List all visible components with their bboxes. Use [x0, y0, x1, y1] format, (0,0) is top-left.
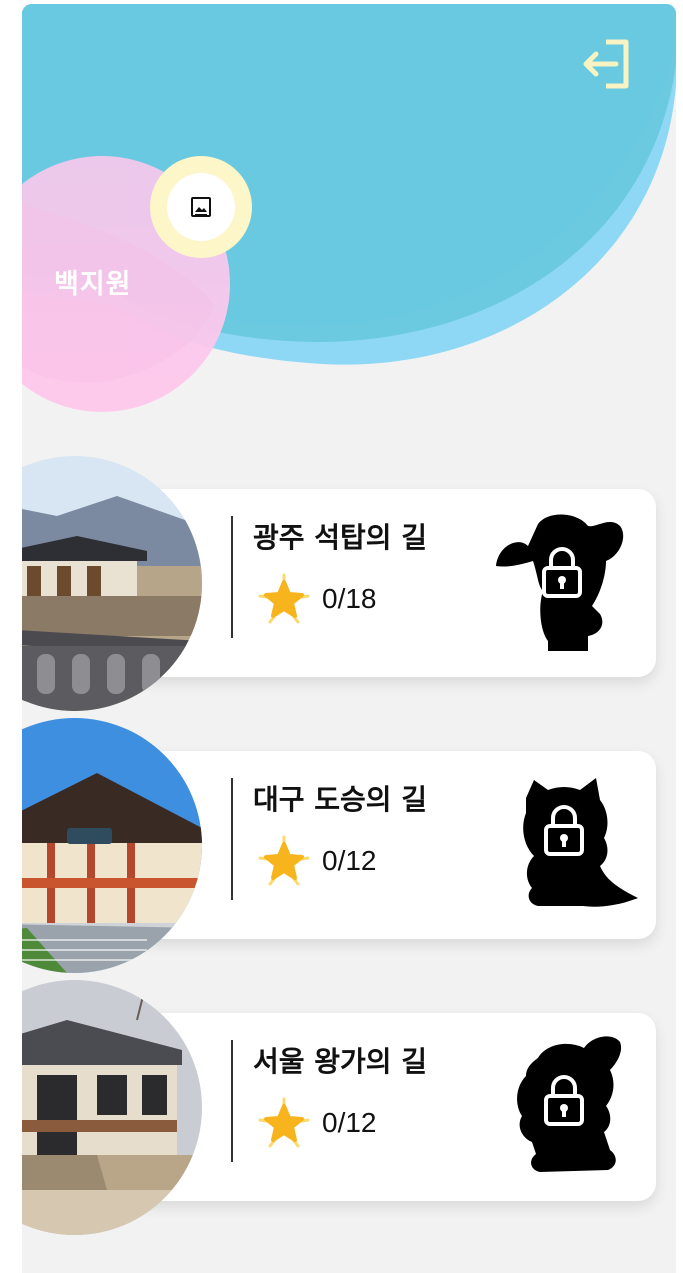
course-card-daegu[interactable]: 대구 도승의 길 0/12	[22, 718, 676, 978]
logout-button[interactable]	[578, 36, 634, 92]
logout-icon	[583, 39, 629, 89]
course-divider	[231, 778, 233, 900]
locked-character-silhouette	[523, 778, 638, 907]
profile-name: 백지원	[54, 269, 132, 300]
gallery-button[interactable]	[150, 156, 252, 258]
course-card-gwangju[interactable]: 광주 석탑의 길 0/18	[22, 456, 676, 716]
course-title: 대구 도승의 길	[253, 783, 428, 816]
course-title: 서울 왕가의 길	[253, 1045, 428, 1078]
course-progress: 0/12	[322, 845, 377, 876]
course-title: 광주 석탑의 길	[253, 521, 428, 554]
star-icon	[258, 835, 310, 886]
star-icon	[258, 573, 310, 624]
locked-character-silhouette	[517, 1036, 622, 1172]
course-divider	[231, 1040, 233, 1162]
course-progress: 0/18	[322, 583, 377, 614]
course-divider	[231, 516, 233, 638]
course-progress: 0/12	[322, 1107, 377, 1138]
gallery-button-inner	[167, 173, 235, 241]
star-icon	[258, 1097, 310, 1148]
course-card-seoul[interactable]: 서울 왕가의 길 0/12	[22, 980, 676, 1240]
app-screen: 백지원 광주 석탑의 길 0/18 대구 도승의 길 0/12 서울 왕가의 길…	[22, 4, 676, 1273]
locked-character-silhouette	[496, 514, 624, 651]
image-icon	[191, 197, 211, 217]
